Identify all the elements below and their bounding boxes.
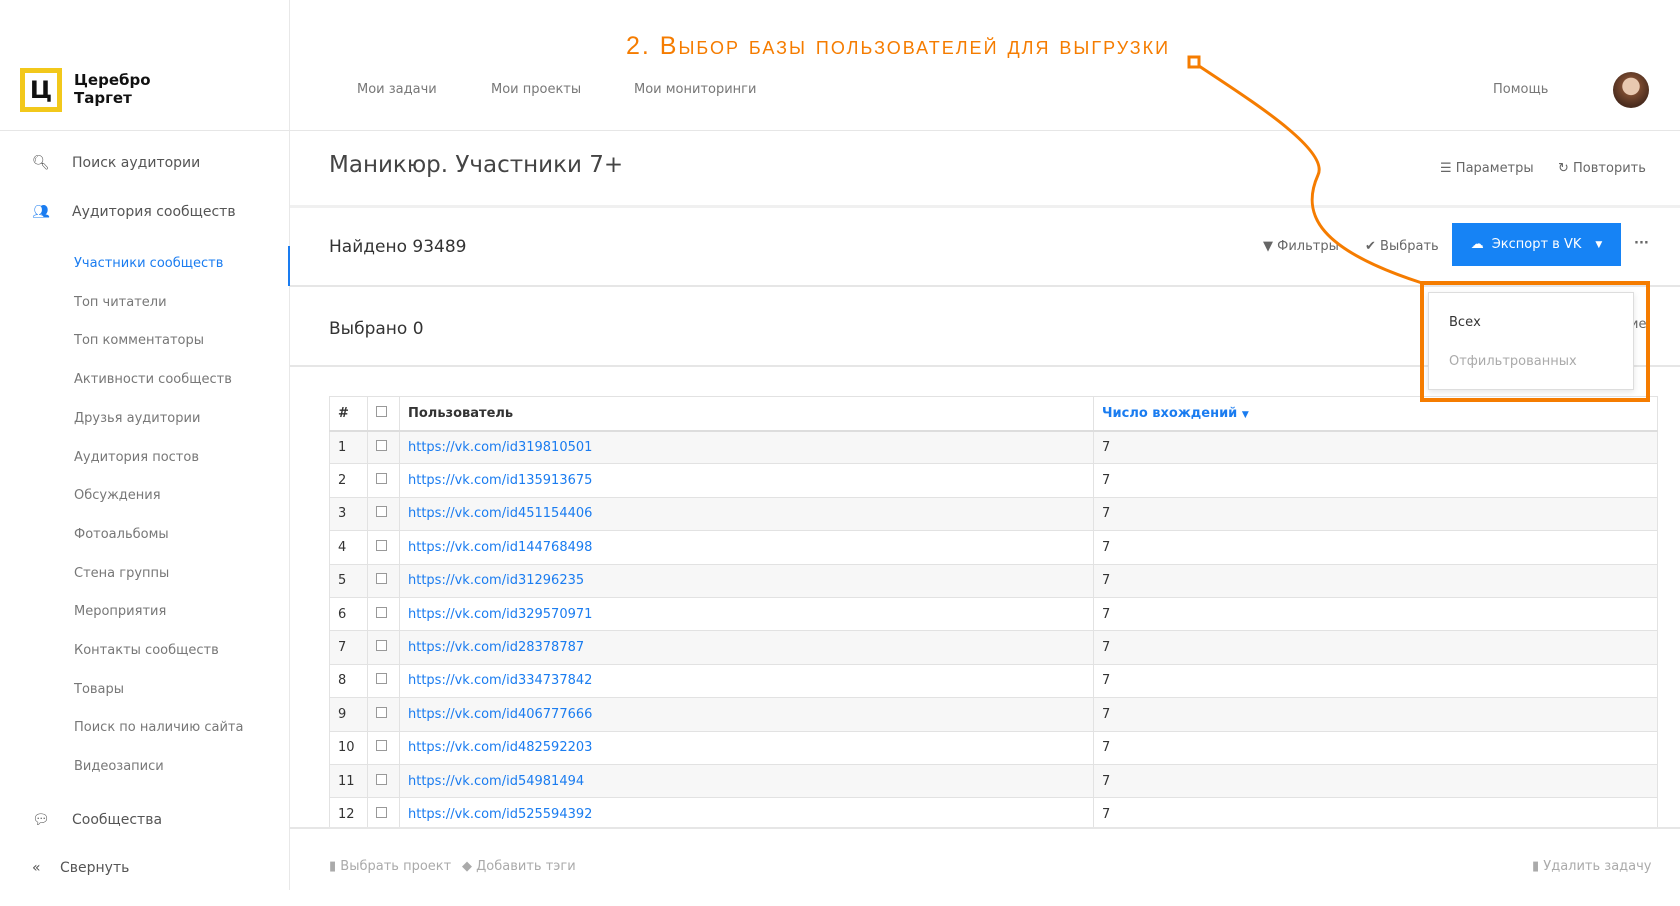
annotation-anchor — [1187, 55, 1201, 69]
annotation-curve — [1198, 64, 1423, 285]
annotation-arrow — [1187, 55, 1423, 285]
